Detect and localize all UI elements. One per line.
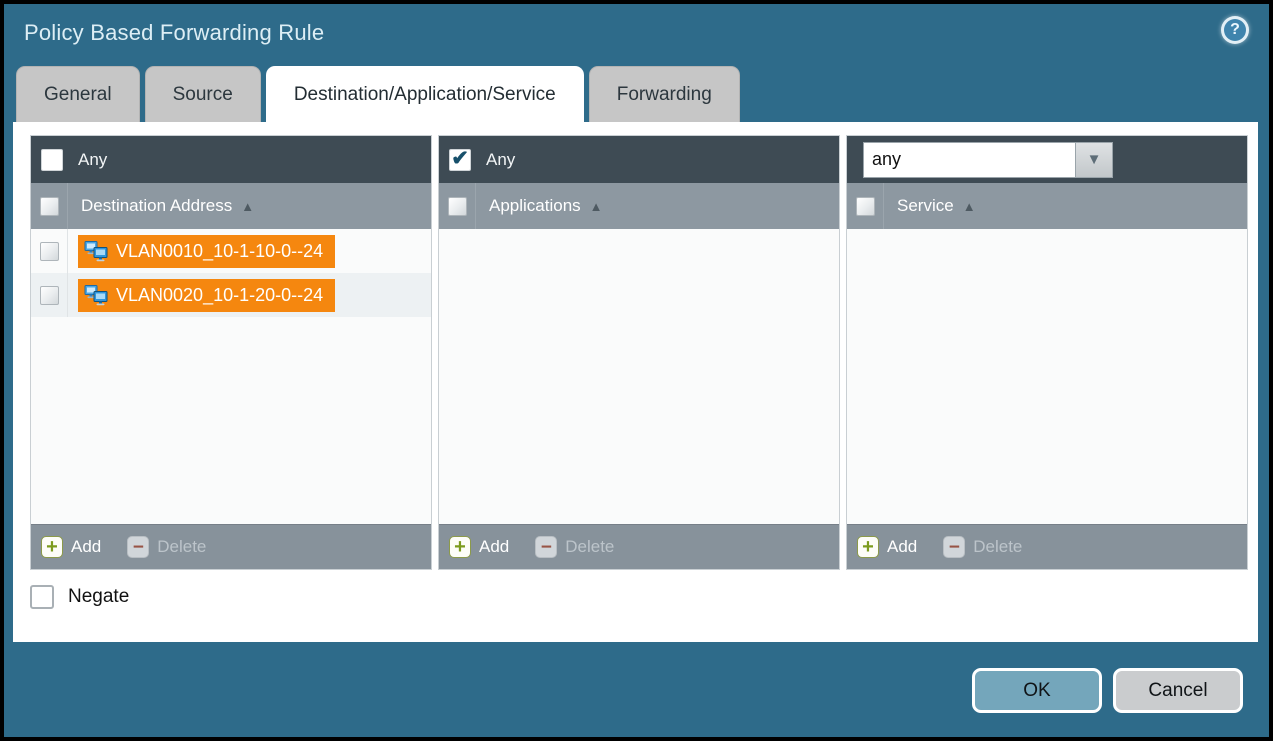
service-column-header: Service ▲ (847, 183, 1247, 229)
service-add-button[interactable]: + Add (857, 536, 917, 558)
tab-source[interactable]: Source (145, 66, 261, 122)
negate-row: Negate (30, 585, 129, 609)
applications-delete-button[interactable]: − Delete (535, 536, 614, 558)
row-checkbox[interactable] (40, 286, 59, 305)
delete-icon: − (943, 536, 965, 558)
service-type-input[interactable] (863, 142, 1075, 178)
columns-container: Any Destination Address ▲ (30, 135, 1248, 570)
applications-any-label: Any (486, 150, 515, 170)
delete-icon: − (535, 536, 557, 558)
service-delete-button[interactable]: − Delete (943, 536, 1022, 558)
destination-add-button[interactable]: + Add (41, 536, 101, 558)
destination-any-bar: Any (31, 136, 431, 183)
ok-button[interactable]: OK (972, 668, 1102, 713)
applications-select-all-checkbox[interactable] (448, 197, 467, 216)
destination-toolbar: + Add − Delete (31, 524, 431, 569)
chevron-down-icon: ▼ (1087, 151, 1102, 168)
destination-address-item[interactable]: VLAN0010_10-1-10-0--24 (78, 235, 335, 268)
destination-delete-button[interactable]: − Delete (127, 536, 206, 558)
applications-toolbar: + Add − Delete (439, 524, 839, 569)
destination-column-header: Destination Address ▲ (31, 183, 431, 229)
applications-add-button[interactable]: + Add (449, 536, 509, 558)
negate-checkbox[interactable] (30, 585, 54, 609)
service-select-all-checkbox[interactable] (856, 197, 875, 216)
destination-any-label: Any (78, 150, 107, 170)
table-row: VLAN0010_10-1-10-0--24 (31, 229, 431, 273)
sort-asc-icon[interactable]: ▲ (590, 199, 603, 214)
service-list (847, 229, 1247, 524)
destination-address-label: VLAN0010_10-1-10-0--24 (116, 241, 323, 262)
applications-column-header: Applications ▲ (439, 183, 839, 229)
destination-address-item[interactable]: VLAN0020_10-1-20-0--24 (78, 279, 335, 312)
tab-bar: General Source Destination/Application/S… (16, 66, 740, 122)
tab-destination-application-service[interactable]: Destination/Application/Service (266, 66, 584, 122)
destination-address-column: Any Destination Address ▲ (30, 135, 432, 570)
tab-content-panel: Any Destination Address ▲ (13, 122, 1258, 642)
add-icon: + (857, 536, 879, 558)
dropdown-button[interactable]: ▼ (1075, 142, 1113, 178)
tab-general[interactable]: General (16, 66, 140, 122)
sort-asc-icon[interactable]: ▲ (241, 199, 254, 214)
service-header-label[interactable]: Service (897, 196, 954, 216)
negate-label: Negate (68, 586, 129, 608)
service-any-bar: ▼ (847, 136, 1247, 183)
table-row: VLAN0020_10-1-20-0--24 (31, 273, 431, 317)
service-column: ▼ Service ▲ + Add − (846, 135, 1248, 570)
row-checkbox[interactable] (40, 242, 59, 261)
cancel-button[interactable]: Cancel (1113, 668, 1243, 713)
destination-header-label[interactable]: Destination Address (81, 196, 232, 216)
address-object-icon (84, 240, 108, 262)
address-object-icon (84, 284, 108, 306)
checkmark-icon: ✔ (451, 148, 469, 169)
add-icon: + (41, 536, 63, 558)
add-icon: + (449, 536, 471, 558)
dialog-title: Policy Based Forwarding Rule (24, 20, 324, 46)
dialog-footer: OK Cancel (972, 668, 1243, 713)
applications-header-label[interactable]: Applications (489, 196, 581, 216)
help-icon[interactable]: ? (1221, 16, 1249, 44)
sort-asc-icon[interactable]: ▲ (963, 199, 976, 214)
tab-forwarding[interactable]: Forwarding (589, 66, 740, 122)
policy-based-forwarding-dialog: Policy Based Forwarding Rule ? General S… (0, 0, 1273, 741)
destination-select-all-checkbox[interactable] (40, 197, 59, 216)
applications-list (439, 229, 839, 524)
destination-any-checkbox[interactable] (41, 149, 63, 171)
applications-any-checkbox[interactable]: ✔ (449, 149, 471, 171)
service-toolbar: + Add − Delete (847, 524, 1247, 569)
destination-address-label: VLAN0020_10-1-20-0--24 (116, 285, 323, 306)
applications-column: ✔ Any Applications ▲ + Add − (438, 135, 840, 570)
destination-list: VLAN0010_10-1-10-0--24 (31, 229, 431, 524)
delete-icon: − (127, 536, 149, 558)
service-type-combobox: ▼ (863, 142, 1113, 178)
applications-any-bar: ✔ Any (439, 136, 839, 183)
